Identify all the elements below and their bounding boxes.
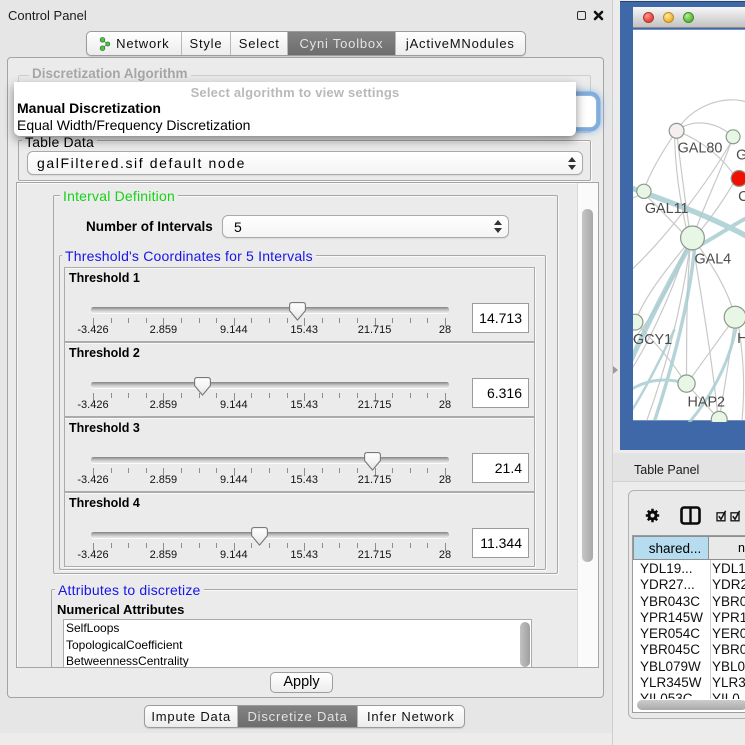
svg-text:C: C bbox=[738, 189, 745, 205]
svg-text:H: H bbox=[737, 331, 745, 347]
svg-text:GAL80: GAL80 bbox=[677, 141, 722, 157]
svg-text:HAP2: HAP2 bbox=[687, 394, 725, 410]
svg-text:GCY1: GCY1 bbox=[633, 332, 672, 348]
svg-text:GAL11: GAL11 bbox=[644, 201, 688, 217]
svg-text:G: G bbox=[736, 148, 745, 164]
svg-text:GAL4: GAL4 bbox=[694, 252, 731, 268]
